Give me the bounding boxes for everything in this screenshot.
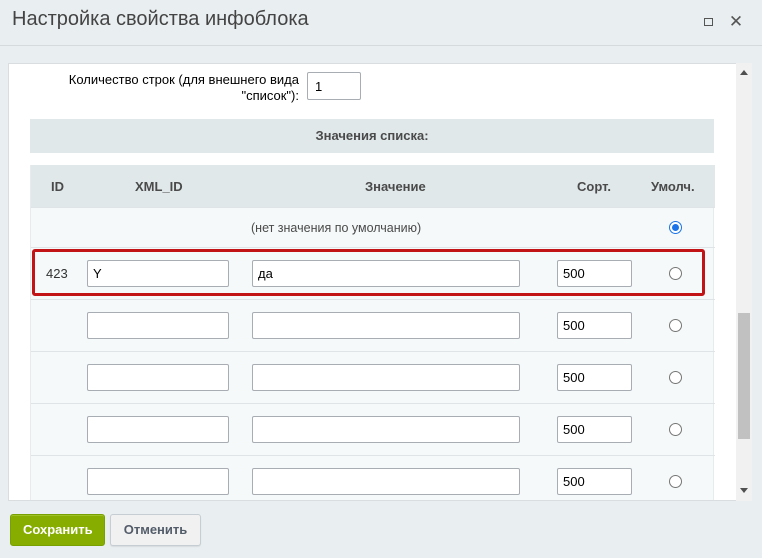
value-input[interactable] <box>252 312 520 339</box>
no-default-label: (нет значения по умолчанию) <box>251 221 422 235</box>
value-input[interactable] <box>252 468 520 495</box>
xml-id-input[interactable] <box>87 312 229 339</box>
column-header-sort: Сорт. <box>577 179 611 194</box>
no-default-radio[interactable] <box>669 221 682 234</box>
value-input[interactable] <box>252 364 520 391</box>
value-input[interactable] <box>252 260 520 287</box>
close-icon[interactable]: ✕ <box>728 13 744 30</box>
save-button[interactable]: Сохранить <box>10 514 105 546</box>
sort-input[interactable] <box>557 260 632 287</box>
dialog-title: Настройка свойства инфоблока <box>12 8 309 30</box>
row-id: 423 <box>46 266 68 281</box>
list-values-table: ID XML_ID Значение Сорт. Умолч. (нет зна… <box>30 165 715 500</box>
table-header: ID XML_ID Значение Сорт. Умолч. <box>31 165 715 207</box>
sort-input[interactable] <box>557 312 632 339</box>
sort-input[interactable] <box>557 364 632 391</box>
xml-id-input[interactable] <box>87 468 229 495</box>
sort-input[interactable] <box>557 416 632 443</box>
scrollbar[interactable] <box>736 63 752 501</box>
no-default-row: (нет значения по умолчанию) <box>31 207 715 247</box>
maximize-icon[interactable] <box>700 14 716 30</box>
dialog-header: Настройка свойства инфоблока ✕ <box>0 0 762 46</box>
rows-count-input[interactable] <box>307 72 361 100</box>
table-row: 423 <box>31 247 715 299</box>
rows-count-label: Количество строк (для внешнего вида "спи… <box>68 72 299 103</box>
scrollbar-thumb[interactable] <box>738 313 750 439</box>
scroll-down-arrow-icon[interactable] <box>740 488 748 493</box>
value-input[interactable] <box>252 416 520 443</box>
table-row <box>31 351 715 403</box>
sort-input[interactable] <box>557 468 632 495</box>
default-radio[interactable] <box>669 423 682 436</box>
default-radio[interactable] <box>669 267 682 280</box>
default-radio[interactable] <box>669 319 682 332</box>
default-radio[interactable] <box>669 371 682 384</box>
xml-id-input[interactable] <box>87 416 229 443</box>
column-header-value: Значение <box>365 179 426 194</box>
column-header-xml-id: XML_ID <box>135 179 183 194</box>
scroll-up-arrow-icon[interactable] <box>740 70 748 75</box>
dialog-content: Количество строк (для внешнего вида "спи… <box>8 63 752 501</box>
column-header-id: ID <box>51 179 64 194</box>
table-row <box>31 299 715 351</box>
table-row <box>31 455 715 500</box>
xml-id-input[interactable] <box>87 364 229 391</box>
default-radio[interactable] <box>669 475 682 488</box>
list-values-section-title: Значения списка: <box>30 119 714 153</box>
column-header-default: Умолч. <box>651 179 695 194</box>
table-row <box>31 403 715 455</box>
xml-id-input[interactable] <box>87 260 229 287</box>
cancel-button[interactable]: Отменить <box>110 514 201 546</box>
